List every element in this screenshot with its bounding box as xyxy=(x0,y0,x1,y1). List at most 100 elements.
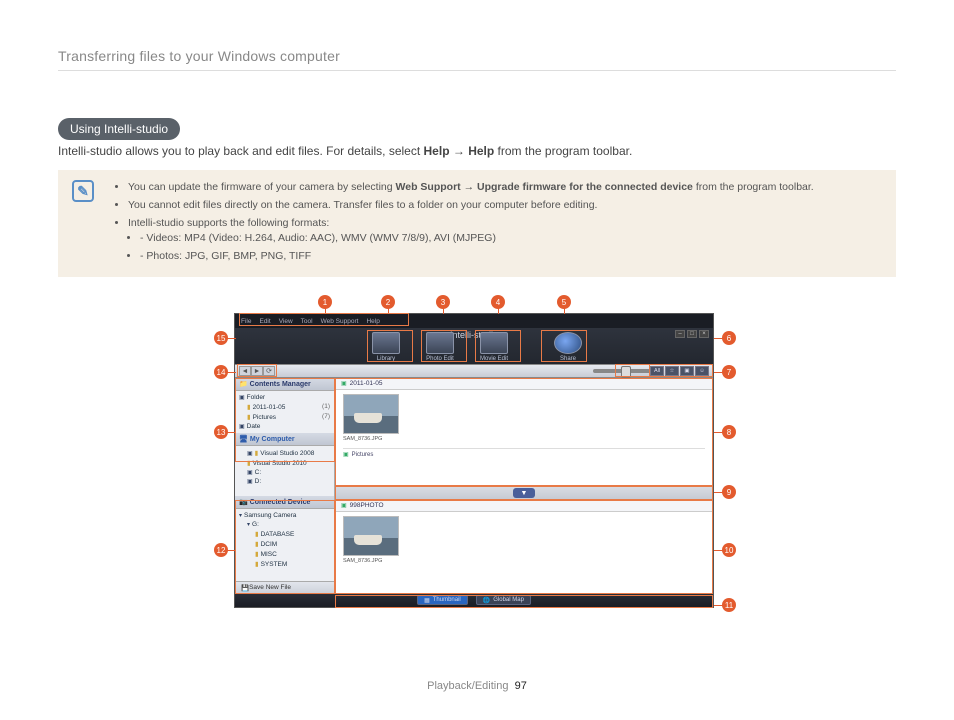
page-header: Transferring files to your Windows compu… xyxy=(58,48,896,71)
intro-post: from the program toolbar. xyxy=(494,144,632,158)
note-3b: Photos: JPG, GIF, BMP, PNG, TIFF xyxy=(140,249,882,265)
tree-dcim[interactable]: ▮DCIM xyxy=(239,539,330,549)
panel-divider[interactable]: ▼ xyxy=(335,486,713,500)
note-2: You cannot edit files directly on the ca… xyxy=(128,198,882,214)
tree-misc[interactable]: ▮MISC xyxy=(239,549,330,559)
sub-path-pictures-label: Pictures xyxy=(352,452,374,458)
thumbnail-top[interactable]: SAM_8736.JPG xyxy=(343,394,399,444)
thumbnail-bottom[interactable]: SAM_8736.JPG xyxy=(343,516,399,566)
sub-path-pictures[interactable]: ▣Pictures xyxy=(343,448,705,458)
menu-help[interactable]: Help xyxy=(366,318,379,325)
intro-b1: Help xyxy=(424,144,450,158)
tree-vs2008[interactable]: ▣▮Visual Studio 2008 xyxy=(239,448,330,458)
app-window: File Edit View Tool Web Support Help Int… xyxy=(234,313,714,608)
tree-pictures-count: (7) xyxy=(322,413,330,421)
path-top-label: 2011-01-05 xyxy=(350,380,383,387)
path-top[interactable]: ▣2011-01-05 xyxy=(335,378,713,390)
footer-section: Playback/Editing xyxy=(427,680,508,692)
menu-tool[interactable]: Tool xyxy=(301,318,313,325)
tree-system[interactable]: ▮SYSTEM xyxy=(239,559,330,569)
filter-photo-icon[interactable]: ☆ xyxy=(665,366,679,376)
close-button[interactable]: × xyxy=(699,330,709,338)
callout-6: 6 xyxy=(722,331,736,345)
menu-file[interactable]: File xyxy=(241,318,251,325)
tree-drive-g[interactable]: ▾G: xyxy=(239,520,330,529)
nav-arrows: ◄ ► ⟳ xyxy=(239,366,275,376)
library-icon xyxy=(372,332,400,354)
callout-3: 3 xyxy=(436,295,450,309)
thumbnail-top-label: SAM_8736.JPG xyxy=(343,434,399,444)
menu-edit[interactable]: Edit xyxy=(259,318,270,325)
mode-share[interactable]: Share xyxy=(547,332,589,362)
filter-movie-icon[interactable]: ▣ xyxy=(680,366,694,376)
save-new-file-button[interactable]: 💾 Save New File xyxy=(235,581,334,593)
callout-5: 5 xyxy=(557,295,571,309)
zoom-slider[interactable] xyxy=(593,369,653,373)
tree-drive-c[interactable]: ▣C: xyxy=(239,468,330,477)
callout-4: 4 xyxy=(491,295,505,309)
filter-face-icon[interactable]: ☺ xyxy=(695,366,709,376)
globalmap-view-button[interactable]: 🌐 Global Map xyxy=(476,595,531,605)
mode-photo-edit[interactable]: Photo Edit xyxy=(419,332,461,362)
maximize-button[interactable]: □ xyxy=(687,330,697,338)
note-box: ✎ You can update the firmware of your ca… xyxy=(58,170,896,277)
tree-drive-d[interactable]: ▣D: xyxy=(239,477,330,486)
intro-b2: Help xyxy=(468,144,494,158)
callout-15: 15 xyxy=(214,331,228,345)
tree-date-2011[interactable]: ▮2011-01-05(1) xyxy=(239,402,330,412)
note-3: Intelli-studio supports the following fo… xyxy=(128,216,882,265)
save-new-file-label: Save New File xyxy=(249,584,291,591)
tree-connected: ▾Samsung Camera ▾G: ▮DATABASE ▮DCIM ▮MIS… xyxy=(235,509,334,571)
menu-websupport[interactable]: Web Support xyxy=(321,318,359,325)
mode-movie-edit[interactable]: Movie Edit xyxy=(473,332,515,362)
minimize-button[interactable]: – xyxy=(675,330,685,338)
globalmap-view-label: Global Map xyxy=(493,597,524,603)
divider-grip-icon: ▼ xyxy=(513,488,535,498)
tree-system-label: SYSTEM xyxy=(261,561,288,568)
section-pill: Using Intelli-studio xyxy=(58,118,180,140)
screenshot-wrapper: 1 2 3 4 5 6 7 8 9 10 11 15 14 13 12 xyxy=(218,295,718,625)
tree-date-2011-count: (1) xyxy=(322,403,330,411)
callout-9: 9 xyxy=(722,485,736,499)
toolbar: ◄ ► ⟳ All ☆ ▣ ☺ xyxy=(235,364,713,378)
callout-1: 1 xyxy=(318,295,332,309)
menu-view[interactable]: View xyxy=(279,318,293,325)
tree-dcim-label: DCIM xyxy=(261,541,278,548)
intro-arrow: → xyxy=(450,144,469,158)
nav-back-button[interactable]: ◄ xyxy=(239,366,251,376)
thumbnail-view-label: Thumbnail xyxy=(433,597,461,603)
sidebar-connected-label: Connected Device xyxy=(250,499,311,506)
tree-samsung[interactable]: ▾Samsung Camera xyxy=(239,511,330,520)
tree-drive-d-label: D: xyxy=(255,478,262,485)
sidebar-contents-header: 📁 Contents Manager xyxy=(235,378,334,391)
tree-folder[interactable]: ▣Folder xyxy=(239,393,330,402)
tree-vs2010[interactable]: ▮Visual Studio 2010 xyxy=(239,458,330,468)
tree-pictures-label: Pictures xyxy=(253,414,276,421)
tree-samsung-label: Samsung Camera xyxy=(244,512,296,519)
tree-drive-g-label: G: xyxy=(252,521,259,528)
tree-database-label: DATABASE xyxy=(261,531,295,538)
tree-date[interactable]: ▣Date xyxy=(239,422,330,431)
tree-misc-label: MISC xyxy=(261,551,277,558)
filter-all[interactable]: All xyxy=(650,366,664,376)
nav-forward-button[interactable]: ► xyxy=(251,366,263,376)
mode-library[interactable]: Library xyxy=(365,332,407,362)
tree-drive-c-label: C: xyxy=(255,469,262,476)
thumbnail-image-icon xyxy=(343,516,399,556)
callout-11: 11 xyxy=(722,598,736,612)
movie-edit-icon xyxy=(480,332,508,354)
sidebar-mycomputer-header: 🖥 My Computer xyxy=(235,433,334,446)
tree-database[interactable]: ▮DATABASE xyxy=(239,529,330,539)
bottom-bar: ▦ Thumbnail 🌐 Global Map xyxy=(235,593,713,607)
thumbnail-view-button[interactable]: ▦ Thumbnail xyxy=(417,595,468,605)
tree-date-label: Date xyxy=(247,423,261,430)
view-filters: All ☆ ▣ ☺ xyxy=(650,366,709,376)
callout-13: 13 xyxy=(214,425,228,439)
tree-pictures[interactable]: ▮Pictures(7) xyxy=(239,412,330,422)
note-3-lead: Intelli-studio supports the following fo… xyxy=(128,217,329,229)
sidebar-contents-label: Contents Manager xyxy=(250,381,311,388)
path-bottom[interactable]: ▣998PHOTO xyxy=(335,500,713,512)
nav-rotate-button[interactable]: ⟳ xyxy=(263,366,275,376)
photo-edit-icon xyxy=(426,332,454,354)
tree-folder-label: Folder xyxy=(247,394,265,401)
